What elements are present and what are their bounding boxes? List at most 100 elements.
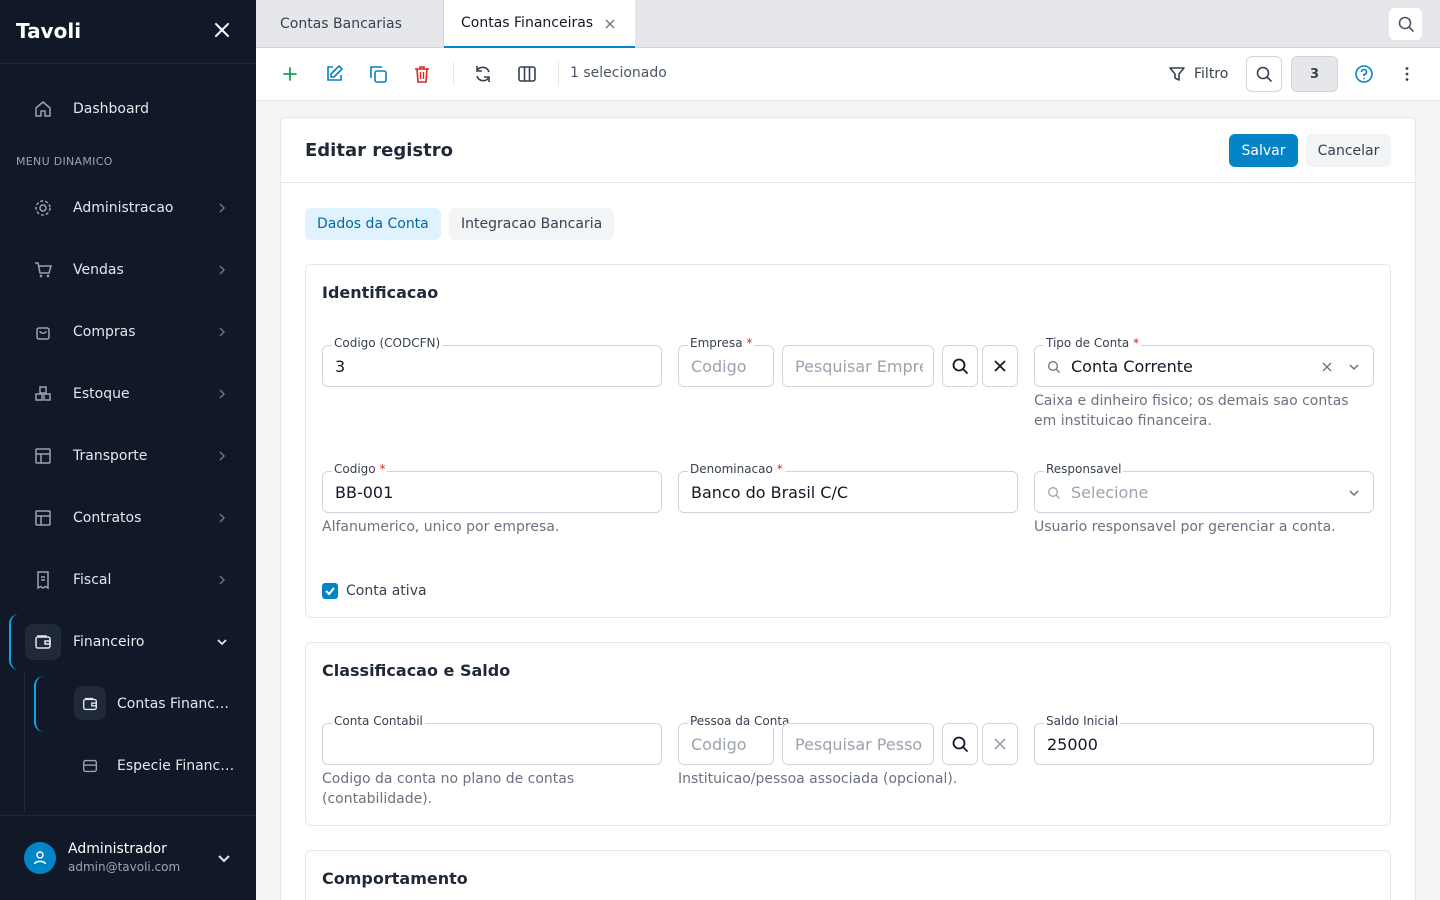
sidebar-item-financeiro[interactable]: Financeiro (0, 620, 256, 664)
sidebar-item-label: Transporte (73, 448, 148, 464)
tab-dados-da-conta[interactable]: Dados da Conta (305, 208, 441, 240)
help-button[interactable] (1353, 63, 1375, 85)
panel-title: Comportamento (322, 869, 468, 888)
cancel-button[interactable]: Cancelar (1306, 134, 1391, 167)
close-icon (994, 738, 1006, 750)
conta-contabil-field[interactable] (322, 723, 662, 765)
section-label: MENU DINAMICO (16, 155, 113, 168)
chevron-right-icon (219, 575, 226, 585)
codigo-label: Codigo * (332, 462, 388, 476)
conta-ativa-checkbox[interactable] (322, 583, 338, 599)
edit-icon (327, 65, 343, 81)
search-icon (1256, 66, 1272, 82)
pessoa-code-input[interactable]: Codigo (678, 723, 774, 765)
identificacao-panel: Identificacao 3 Codigo (CODCFN) Codigo E… (305, 264, 1391, 618)
tipo-conta-label: Tipo de Conta * (1044, 336, 1142, 350)
tab-contas-bancarias[interactable]: Contas Bancarias (256, 0, 444, 48)
columns-icon (518, 66, 536, 82)
refresh-button[interactable] (472, 63, 494, 85)
sidebar: Tavoli Dashboard MENU DINAMICO Administr… (0, 0, 256, 900)
denominacao-label: Denominacao * (688, 462, 785, 476)
close-tab-icon[interactable] (604, 18, 616, 30)
pessoa-search-input[interactable]: Pesquisar Pessoa (782, 723, 934, 765)
add-button[interactable] (279, 63, 301, 85)
empresa-code-input[interactable]: Codigo (678, 345, 774, 387)
delete-button[interactable] (411, 63, 433, 85)
search-icon (952, 736, 968, 752)
copy-icon (370, 66, 387, 83)
conta-ativa-label[interactable]: Conta ativa (346, 581, 427, 601)
filter-button[interactable]: Filtro (1168, 63, 1228, 85)
chevron-down-icon[interactable] (216, 850, 232, 866)
plus-icon (283, 67, 297, 81)
avatar[interactable] (24, 842, 56, 874)
empresa-search-placeholder: Pesquisar Empresa (795, 357, 923, 376)
chevron-down-icon[interactable] (1347, 360, 1361, 374)
columns-button[interactable] (516, 63, 538, 85)
cart-icon (35, 262, 52, 278)
tab-label: Contas Bancarias (280, 16, 402, 32)
divider (558, 62, 559, 86)
sidebar-subitem-label: Especie Financeira (117, 758, 235, 774)
tab-integracao-bancaria[interactable]: Integracao Bancaria (449, 208, 615, 240)
pessoa-search-button[interactable] (942, 723, 978, 765)
sidebar-item-administracao[interactable]: Administracao (0, 186, 256, 230)
empresa-search-button[interactable] (942, 345, 978, 387)
user-email: admin@tavoli.com (68, 860, 181, 874)
empresa-code-placeholder: Codigo (691, 357, 747, 376)
tab-contas-financeiras[interactable]: Contas Financeiras (444, 0, 635, 48)
save-button[interactable]: Salvar (1229, 134, 1298, 167)
sidebar-item-compras[interactable]: Compras (0, 310, 256, 354)
denominacao-field[interactable]: Banco do Brasil C/C (678, 471, 1018, 513)
empresa-search-input[interactable]: Pesquisar Empresa (782, 345, 934, 387)
layout-icon (35, 448, 51, 464)
chevron-down-icon[interactable] (1347, 486, 1361, 500)
shopping-bag-icon (36, 327, 50, 340)
tipo-conta-value: Conta Corrente (1071, 357, 1193, 376)
responsavel-label: Responsavel (1044, 462, 1124, 476)
global-search-button[interactable] (1389, 8, 1422, 40)
responsavel-placeholder: Selecione (1071, 483, 1149, 502)
selection-count: 1 selecionado (570, 65, 667, 81)
saldo-inicial-label: Saldo Inicial (1044, 714, 1121, 728)
empresa-clear-button[interactable] (982, 345, 1018, 387)
filter-icon (1169, 67, 1185, 81)
close-sidebar-icon[interactable] (212, 20, 232, 40)
responsavel-select[interactable]: Selecione (1034, 471, 1374, 513)
sidebar-item-fiscal[interactable]: Fiscal (0, 558, 256, 602)
sidebar-item-label: Financeiro (73, 634, 145, 650)
sidebar-item-vendas[interactable]: Vendas (0, 248, 256, 292)
classificacao-panel: Classificacao e Saldo Conta Contabil Cod… (305, 642, 1391, 826)
sidebar-item-estoque[interactable]: Estoque (0, 372, 256, 416)
codcfn-field[interactable]: 3 (322, 345, 662, 387)
sidebar-item-contratos[interactable]: Contratos (0, 496, 256, 540)
sidebar-item-label: Dashboard (73, 101, 149, 117)
codigo-field[interactable]: BB-001 (322, 471, 662, 513)
pessoa-clear-button[interactable] (982, 723, 1018, 765)
home-icon (35, 101, 51, 117)
user-icon (33, 851, 47, 865)
refresh-icon (476, 66, 490, 82)
saldo-inicial-field[interactable]: 25000 (1034, 723, 1374, 765)
count-badge[interactable]: 3 (1291, 56, 1338, 92)
search-icon (1048, 361, 1060, 373)
more-options-button[interactable] (1396, 63, 1418, 85)
sidebar-subitem-contas-financeiras[interactable]: Contas Financeiras (0, 684, 256, 724)
check-icon (325, 587, 335, 596)
search-button[interactable] (1246, 56, 1282, 92)
user-name: Administrador (68, 841, 167, 857)
sidebar-item-label: Vendas (73, 262, 124, 278)
tipo-conta-select[interactable]: Conta Corrente (1034, 345, 1374, 387)
pessoa-label: Pessoa da Conta (688, 714, 792, 728)
sidebar-item-transporte[interactable]: Transporte (0, 434, 256, 478)
sidebar-subitem-especie-financeira[interactable]: Especie Financeira (0, 746, 256, 786)
sidebar-item-dashboard[interactable]: Dashboard (0, 87, 256, 131)
inbox-icon (83, 759, 97, 773)
saldo-inicial-value: 25000 (1047, 735, 1098, 754)
sidebar-item-label: Estoque (73, 386, 130, 402)
copy-button[interactable] (367, 63, 389, 85)
clear-icon[interactable] (1321, 361, 1333, 373)
sidebar-subitem-label: Contas Financeiras (117, 696, 235, 712)
sidebar-item-label: Administracao (73, 200, 174, 216)
edit-button[interactable] (323, 63, 345, 85)
